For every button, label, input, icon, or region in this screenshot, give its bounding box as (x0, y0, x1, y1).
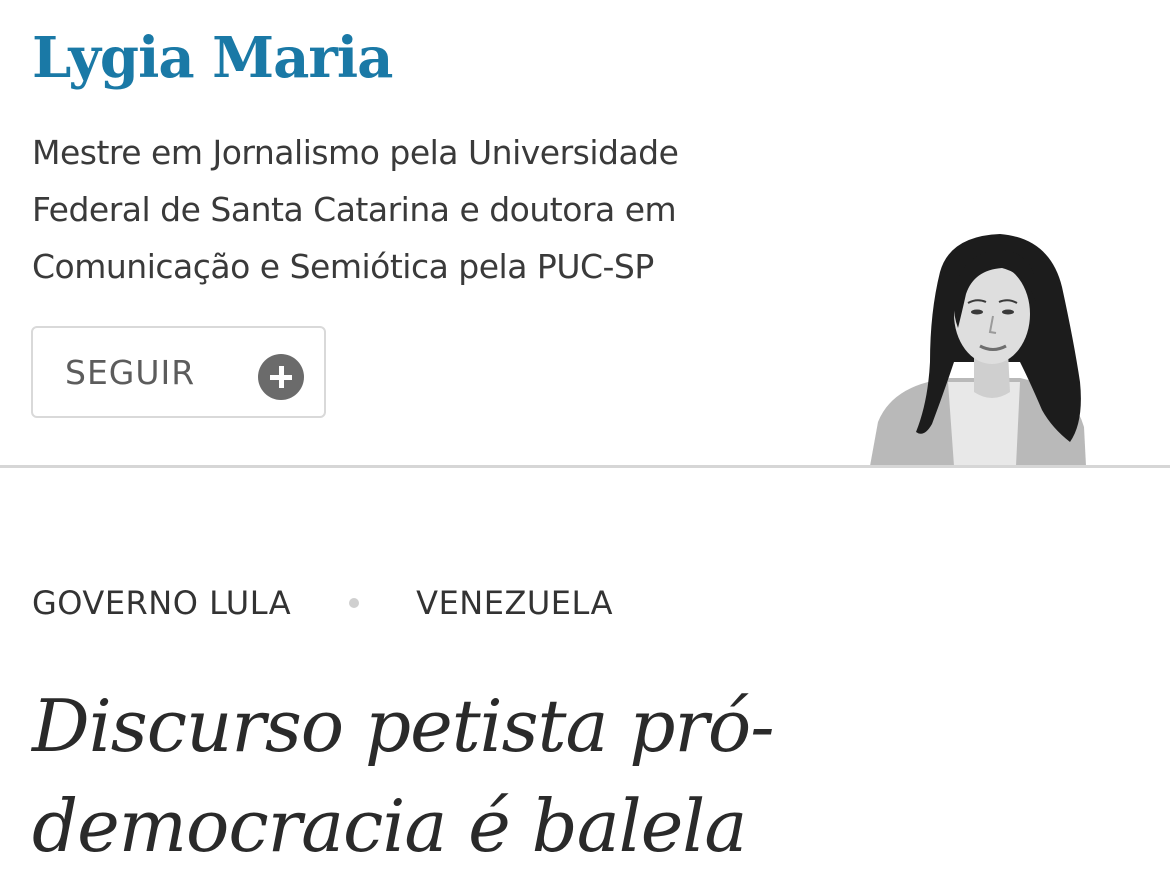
section-divider (0, 465, 1170, 468)
article-headline[interactable]: Discurso petista pró-democracia é balela (32, 676, 932, 876)
author-portrait-illustration (870, 234, 1086, 466)
author-name[interactable]: Lygia Maria (32, 22, 393, 94)
follow-button[interactable]: SEGUIR (31, 326, 326, 418)
article-tags: GOVERNO LULA VENEZUELA (32, 580, 613, 626)
tag-venezuela[interactable]: VENEZUELA (416, 584, 613, 622)
author-bio: Mestre em Jornalismo pela Universidade F… (32, 133, 679, 286)
tag-separator-dot (349, 598, 360, 608)
tag-governo-lula[interactable]: GOVERNO LULA (32, 584, 291, 622)
author-photo (870, 232, 1090, 466)
plus-circle-icon (258, 354, 304, 400)
follow-button-label: SEGUIR (65, 353, 196, 392)
